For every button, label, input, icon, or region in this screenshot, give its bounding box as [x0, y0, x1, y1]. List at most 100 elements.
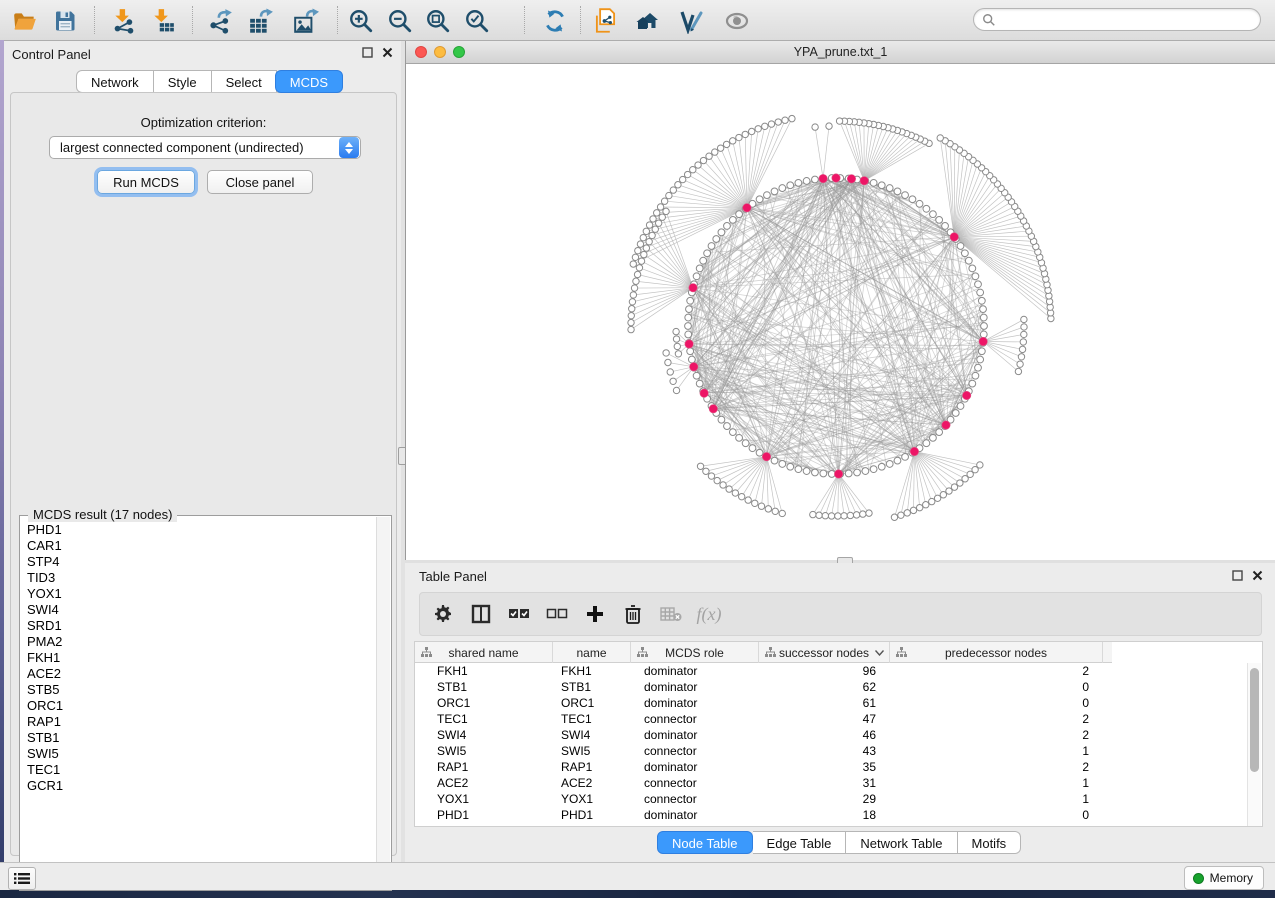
table-scrollbar[interactable]	[1247, 663, 1261, 826]
mcds-result-item[interactable]: PMA2	[27, 634, 377, 650]
table-settings-button[interactable]	[428, 599, 458, 629]
tab-edge-table[interactable]: Edge Table	[753, 831, 847, 854]
export-image-icon	[293, 8, 319, 34]
home-networks-button[interactable]	[636, 7, 664, 35]
mcds-result-item[interactable]: YOX1	[27, 586, 377, 602]
save-session-button[interactable]	[51, 7, 79, 35]
table-row[interactable]: TEC1 TEC1 connector 47 2	[415, 711, 1263, 727]
close-panel-button[interactable]: Close panel	[207, 170, 313, 194]
mcds-result-item[interactable]: CAR1	[27, 538, 377, 554]
tab-network[interactable]: Network	[76, 70, 154, 93]
column-header-successor-nodes[interactable]: successor nodes	[759, 642, 890, 663]
table-row[interactable]: RAP1 RAP1 dominator 35 2	[415, 759, 1263, 775]
cell-shared-name: FKH1	[415, 664, 553, 678]
mcds-result-item[interactable]: SWI4	[27, 602, 377, 618]
table-row[interactable]: YOX1 YOX1 connector 29 1	[415, 791, 1263, 807]
checked-boxes-icon	[508, 605, 530, 623]
table-row[interactable]: SWI5 SWI5 connector 43 1	[415, 743, 1263, 759]
criterion-dropdown[interactable]: largest connected component (undirected)	[49, 136, 361, 159]
mcds-result-item[interactable]: SRD1	[27, 618, 377, 634]
refresh-view-button[interactable]	[541, 7, 569, 35]
zoom-out-button[interactable]	[386, 7, 414, 35]
function-builder-button[interactable]: f(x)	[694, 599, 724, 629]
cell-name: ORC1	[553, 696, 631, 710]
table-scrollbar-thumb[interactable]	[1250, 668, 1259, 772]
mcds-result-item[interactable]: STB5	[27, 682, 377, 698]
export-table-button[interactable]	[247, 7, 275, 35]
clone-network-button[interactable]	[591, 7, 619, 35]
column-header-shared-name[interactable]: shared name	[415, 642, 553, 663]
open-session-button[interactable]	[11, 7, 39, 35]
zoom-fit-button[interactable]	[424, 7, 452, 35]
column-header-predecessor-nodes[interactable]: predecessor nodes	[890, 642, 1103, 663]
tab-select[interactable]: Select	[212, 70, 277, 93]
clear-column-selection-button[interactable]	[542, 599, 572, 629]
mcds-result-item[interactable]: TID3	[27, 570, 377, 586]
show-columns-button[interactable]	[466, 599, 496, 629]
column-header-name[interactable]: name	[553, 642, 631, 663]
table-row[interactable]: FKH1 FKH1 dominator 96 2	[415, 663, 1263, 679]
table-row[interactable]: STB1 STB1 dominator 62 0	[415, 679, 1263, 695]
table-row[interactable]: ORC1 ORC1 dominator 61 0	[415, 695, 1263, 711]
float-panel-icon[interactable]	[362, 47, 373, 58]
table-row[interactable]: PHD1 PHD1 dominator 18 0	[415, 807, 1263, 823]
table-row[interactable]: SWI4 SWI4 dominator 46 2	[415, 727, 1263, 743]
mcds-result-item[interactable]: TEC1	[27, 762, 377, 778]
mcds-result-item[interactable]: GCR1	[27, 778, 377, 794]
mcds-result-item[interactable]: RAP1	[27, 714, 377, 730]
cell-shared-name: STB1	[415, 680, 553, 694]
mcds-result-item[interactable]: ACE2	[27, 666, 377, 682]
mcds-list-scrollbar[interactable]	[376, 517, 390, 889]
tab-mcds[interactable]: MCDS	[275, 70, 343, 93]
cell-mcds-role: dominator	[631, 696, 759, 710]
table-panel-title: Table Panel	[419, 569, 487, 584]
network-window-titlebar[interactable]: YPA_prune.txt_1	[406, 41, 1275, 64]
create-column-button[interactable]	[580, 599, 610, 629]
org-chart-icon	[765, 647, 776, 658]
import-table-button[interactable]	[149, 7, 177, 35]
cell-name: FKH1	[553, 664, 631, 678]
node-table: shared name name MCDS role successor nod…	[414, 641, 1263, 827]
memory-button[interactable]: Memory	[1184, 866, 1264, 890]
select-all-columns-button[interactable]	[504, 599, 534, 629]
mcds-result-item[interactable]: PHD1	[27, 522, 377, 538]
run-mcds-button[interactable]: Run MCDS	[97, 170, 195, 194]
cell-successor-nodes: 29	[759, 792, 890, 806]
zoom-selected-button[interactable]	[463, 7, 491, 35]
delete-table-button[interactable]	[656, 599, 686, 629]
mcds-result-list[interactable]: PHD1 CAR1 STP4 TID3 YOX1 SWI4 SRD1 PMA2	[21, 522, 377, 889]
clone-network-icon	[592, 7, 619, 35]
import-table-icon	[150, 8, 176, 34]
search-field[interactable]	[973, 8, 1261, 31]
mcds-result-item[interactable]: STP4	[27, 554, 377, 570]
close-panel-icon[interactable]	[1252, 570, 1263, 581]
mcds-result-item[interactable]: ORC1	[27, 698, 377, 714]
tab-motifs[interactable]: Motifs	[958, 831, 1022, 854]
export-image-button[interactable]	[292, 7, 320, 35]
tab-node-table[interactable]: Node Table	[657, 831, 753, 854]
search-input[interactable]	[996, 12, 1260, 28]
main-toolbar	[0, 0, 1275, 41]
delete-columns-button[interactable]	[618, 599, 648, 629]
mcds-result-item[interactable]: SWI5	[27, 746, 377, 762]
cell-mcds-role: connector	[631, 744, 759, 758]
network-canvas[interactable]	[406, 64, 1275, 560]
zoom-in-button[interactable]	[347, 7, 375, 35]
mcds-result-item[interactable]: STB1	[27, 730, 377, 746]
tab-style[interactable]: Style	[154, 70, 212, 93]
refresh-icon	[542, 8, 568, 34]
cell-successor-nodes: 62	[759, 680, 890, 694]
tab-network-table[interactable]: Network Table	[846, 831, 957, 854]
show-hide-panel-button[interactable]	[723, 7, 751, 35]
import-network-button[interactable]	[110, 7, 138, 35]
float-panel-icon[interactable]	[1232, 570, 1243, 581]
dropdown-stepper-icon	[339, 137, 359, 158]
table-row[interactable]: ACE2 ACE2 connector 31 1	[415, 775, 1263, 791]
task-history-button[interactable]	[8, 867, 36, 890]
mcds-result-item[interactable]: FKH1	[27, 650, 377, 666]
export-network-button[interactable]	[207, 7, 235, 35]
cell-name: SWI5	[553, 744, 631, 758]
close-panel-icon[interactable]	[382, 47, 393, 58]
style-preview-button[interactable]	[678, 7, 706, 35]
column-header-mcds-role[interactable]: MCDS role	[631, 642, 759, 663]
